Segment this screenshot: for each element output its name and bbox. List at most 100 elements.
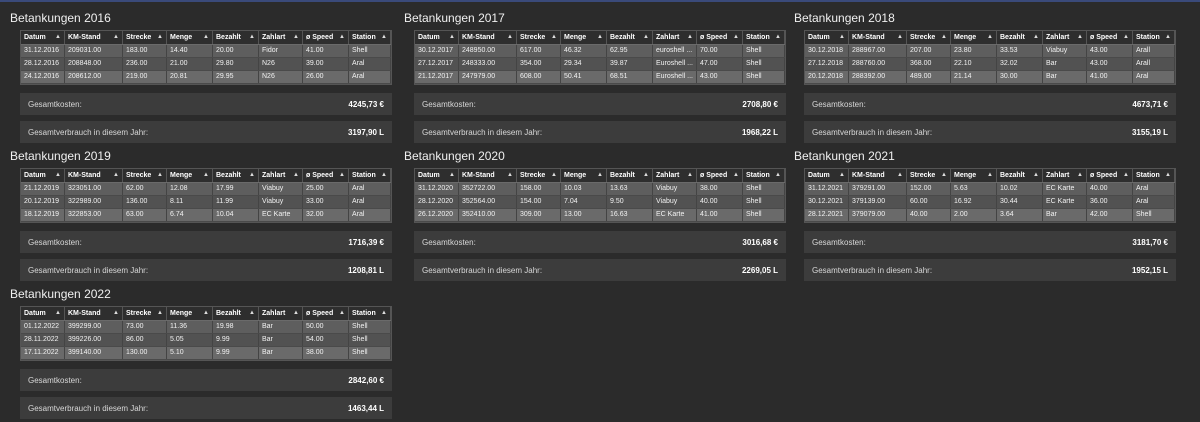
column-header[interactable]: Zahlart ▲	[653, 31, 697, 44]
sort-up-icon[interactable]: ▲	[1123, 169, 1129, 182]
column-header[interactable]: Zahlart ▲	[259, 169, 303, 182]
sort-up-icon[interactable]: ▲	[249, 169, 255, 182]
sort-up-icon[interactable]: ▲	[597, 31, 603, 44]
column-header[interactable]: ø Speed ▲	[697, 31, 743, 44]
sort-up-icon[interactable]: ▲	[733, 169, 739, 182]
table-row[interactable]: 30.12.2017 248950.00 617.00 46.32 62.95 euros…	[415, 45, 785, 58]
column-header[interactable]: Zahlart ▲	[1043, 169, 1087, 182]
sort-up-icon[interactable]: ▲	[1077, 31, 1083, 44]
column-header[interactable]: Strecke ▲	[517, 169, 561, 182]
sort-up-icon[interactable]: ▲	[775, 31, 781, 44]
sort-up-icon[interactable]: ▲	[551, 31, 557, 44]
column-header[interactable]: ø Speed ▲	[697, 169, 743, 182]
column-header[interactable]: Bezahlt ▲	[607, 169, 653, 182]
table-row[interactable]: 31.12.2020 352722.00 158.00 10.03 13.63 Viabu…	[415, 183, 785, 196]
column-header[interactable]: Menge ▲	[561, 31, 607, 44]
sort-up-icon[interactable]: ▲	[1165, 169, 1171, 182]
sort-up-icon[interactable]: ▲	[775, 169, 781, 182]
column-header[interactable]: Strecke ▲	[123, 307, 167, 320]
sort-up-icon[interactable]: ▲	[643, 169, 649, 182]
table-row[interactable]: 30.12.2021 379139.00 60.00 16.92 30.44 EC Kar…	[805, 196, 1175, 209]
column-header[interactable]: Datum ▲	[415, 169, 459, 182]
column-header[interactable]: Zahlart ▲	[259, 307, 303, 320]
table-row[interactable]: 20.12.2019 322989.00 136.00 8.11 11.99 Viabuy…	[21, 196, 391, 209]
table-row[interactable]: 01.12.2022 399299.00 73.00 11.36 19.98 Bar 50.…	[21, 321, 391, 334]
column-header[interactable]: Station ▲	[1133, 169, 1175, 182]
column-header[interactable]: Datum ▲	[21, 31, 65, 44]
sort-up-icon[interactable]: ▲	[157, 31, 163, 44]
column-header[interactable]: ø Speed ▲	[303, 307, 349, 320]
sort-up-icon[interactable]: ▲	[55, 169, 61, 182]
column-header[interactable]: Datum ▲	[805, 31, 849, 44]
sort-up-icon[interactable]: ▲	[987, 31, 993, 44]
sort-up-icon[interactable]: ▲	[203, 169, 209, 182]
column-header[interactable]: Bezahlt ▲	[213, 169, 259, 182]
table-row[interactable]: 27.12.2018 288760.00 368.00 22.10 32.02 Bar 43…	[805, 58, 1175, 71]
sort-up-icon[interactable]: ▲	[339, 169, 345, 182]
column-header[interactable]: Bezahlt ▲	[997, 31, 1043, 44]
column-header[interactable]: KM-Stand ▲	[459, 31, 517, 44]
column-header[interactable]: ø Speed ▲	[1087, 169, 1133, 182]
column-header[interactable]: KM-Stand ▲	[849, 31, 907, 44]
sort-up-icon[interactable]: ▲	[55, 307, 61, 320]
sort-up-icon[interactable]: ▲	[55, 31, 61, 44]
sort-up-icon[interactable]: ▲	[203, 31, 209, 44]
sort-up-icon[interactable]: ▲	[507, 169, 513, 182]
column-header[interactable]: KM-Stand ▲	[65, 307, 123, 320]
sort-up-icon[interactable]: ▲	[597, 169, 603, 182]
column-header[interactable]: ø Speed ▲	[1087, 31, 1133, 44]
sort-up-icon[interactable]: ▲	[157, 307, 163, 320]
column-header[interactable]: Menge ▲	[167, 307, 213, 320]
sort-up-icon[interactable]: ▲	[381, 31, 387, 44]
column-header[interactable]: KM-Stand ▲	[459, 169, 517, 182]
sort-up-icon[interactable]: ▲	[941, 169, 947, 182]
column-header[interactable]: Station ▲	[1133, 31, 1175, 44]
sort-up-icon[interactable]: ▲	[643, 31, 649, 44]
column-header[interactable]: ø Speed ▲	[303, 169, 349, 182]
table-row[interactable]: 28.12.2020 352564.00 154.00 7.04 9.50 Viabuy 4…	[415, 196, 785, 209]
sort-up-icon[interactable]: ▲	[381, 307, 387, 320]
table-row[interactable]: 28.11.2022 399226.00 86.00 5.05 9.99 Bar 54.00…	[21, 334, 391, 347]
column-header[interactable]: Bezahlt ▲	[607, 31, 653, 44]
sort-up-icon[interactable]: ▲	[687, 169, 693, 182]
column-header[interactable]: Menge ▲	[951, 169, 997, 182]
sort-up-icon[interactable]: ▲	[157, 169, 163, 182]
column-header[interactable]: Zahlart ▲	[653, 169, 697, 182]
column-header[interactable]: Datum ▲	[21, 307, 65, 320]
column-header[interactable]: Datum ▲	[21, 169, 65, 182]
sort-up-icon[interactable]: ▲	[339, 31, 345, 44]
column-header[interactable]: Datum ▲	[805, 169, 849, 182]
column-header[interactable]: Station ▲	[743, 31, 785, 44]
column-header[interactable]: Station ▲	[349, 307, 391, 320]
column-header[interactable]: Strecke ▲	[123, 31, 167, 44]
sort-up-icon[interactable]: ▲	[897, 31, 903, 44]
sort-up-icon[interactable]: ▲	[293, 169, 299, 182]
table-row[interactable]: 21.12.2019 323051.00 62.00 12.08 17.99 Viabuy…	[21, 183, 391, 196]
table-row[interactable]: 31.12.2016 209031.00 183.00 14.40 20.00 Fidor…	[21, 45, 391, 58]
sort-up-icon[interactable]: ▲	[113, 31, 119, 44]
column-header[interactable]: Menge ▲	[167, 31, 213, 44]
column-header[interactable]: Strecke ▲	[517, 31, 561, 44]
column-header[interactable]: KM-Stand ▲	[849, 169, 907, 182]
sort-up-icon[interactable]: ▲	[941, 31, 947, 44]
column-header[interactable]: Zahlart ▲	[1043, 31, 1087, 44]
sort-up-icon[interactable]: ▲	[339, 307, 345, 320]
column-header[interactable]: KM-Stand ▲	[65, 31, 123, 44]
table-row[interactable]: 18.12.2019 322853.00 63.00 6.74 10.04 EC Kart…	[21, 209, 391, 222]
sort-up-icon[interactable]: ▲	[293, 31, 299, 44]
sort-up-icon[interactable]: ▲	[1165, 31, 1171, 44]
sort-up-icon[interactable]: ▲	[113, 307, 119, 320]
column-header[interactable]: Menge ▲	[561, 169, 607, 182]
table-row[interactable]: 24.12.2016 208612.00 219.00 20.81 29.95 N26 26…	[21, 71, 391, 84]
table-row[interactable]: 28.12.2016 208848.00 236.00 21.00 29.80 N26 39…	[21, 58, 391, 71]
table-row[interactable]: 31.12.2021 379291.00 152.00 5.63 10.02 EC Kar…	[805, 183, 1175, 196]
sort-up-icon[interactable]: ▲	[113, 169, 119, 182]
column-header[interactable]: Station ▲	[349, 31, 391, 44]
column-header[interactable]: Datum ▲	[415, 31, 459, 44]
sort-up-icon[interactable]: ▲	[293, 307, 299, 320]
sort-up-icon[interactable]: ▲	[987, 169, 993, 182]
sort-up-icon[interactable]: ▲	[839, 169, 845, 182]
column-header[interactable]: Strecke ▲	[123, 169, 167, 182]
sort-up-icon[interactable]: ▲	[1033, 169, 1039, 182]
column-header[interactable]: Strecke ▲	[907, 169, 951, 182]
